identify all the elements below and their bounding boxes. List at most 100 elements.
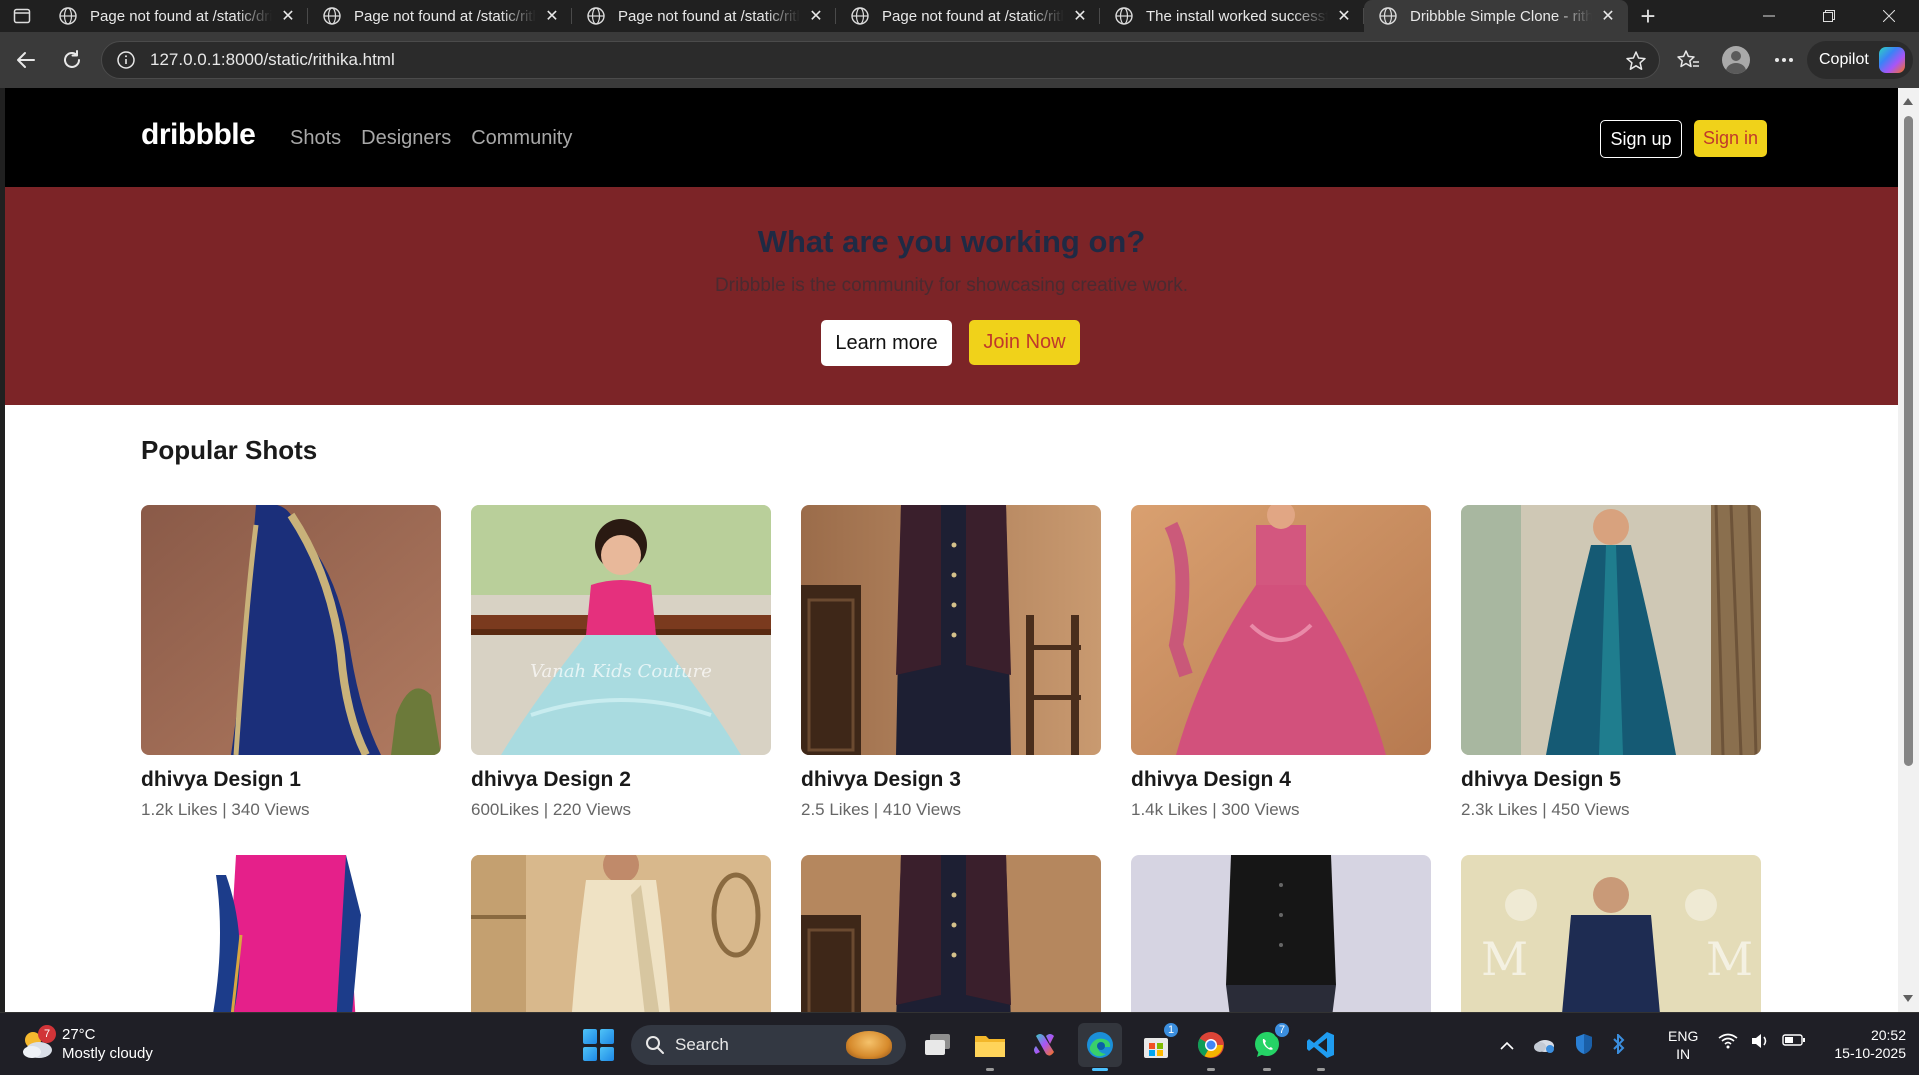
address-bar[interactable]: 127.0.0.1:8000/static/rithika.html [101, 41, 1660, 79]
whatsapp-badge: 7 [1273, 1021, 1291, 1039]
shot-title[interactable]: dhivya Design 5 [1461, 768, 1761, 792]
site-nav-links: Shots Designers Community [290, 127, 572, 150]
join-now-button[interactable]: Join Now [969, 320, 1080, 365]
profile-avatar-icon[interactable] [1716, 40, 1756, 80]
tab-title: Dribbble Simple Clone - rithika [1410, 7, 1592, 25]
shot-thumbnail[interactable] [801, 505, 1101, 755]
shot-card[interactable] [801, 855, 1101, 1012]
browser-tab[interactable]: Page not found at /static/dribbble ✕ [44, 0, 308, 32]
copilot-button[interactable]: Copilot [1807, 41, 1913, 79]
shot-thumbnail[interactable]: Vanah Kids Couture [471, 505, 771, 755]
site-info-icon[interactable] [116, 50, 136, 70]
bluetooth-icon[interactable] [1612, 1032, 1626, 1059]
shot-card[interactable]: dhivya Design 3 2.5 Likes | 410 Views [801, 505, 1101, 820]
shot-card[interactable]: dhivya Design 5 2.3k Likes | 450 Views [1461, 505, 1761, 820]
taskbar-search[interactable]: Search [631, 1025, 906, 1065]
shot-thumbnail[interactable] [1461, 505, 1761, 755]
browser-tab[interactable]: The install worked successfully ✕ [1100, 0, 1364, 32]
thumb-watermark: Vanah Kids Couture [530, 661, 712, 682]
language-indicator[interactable]: ENG IN [1668, 1027, 1698, 1063]
close-tab-icon[interactable]: ✕ [542, 6, 562, 26]
task-view-icon[interactable] [920, 1027, 956, 1063]
browser-tab-active[interactable]: Dribbble Simple Clone - rithika ✕ [1364, 0, 1628, 32]
shot-stats: 600Likes | 220 Views [471, 800, 632, 819]
favorite-star-icon[interactable] [1625, 50, 1647, 72]
sign-up-button[interactable]: Sign up [1600, 120, 1682, 158]
shot-title[interactable]: dhivya Design 1 [141, 768, 441, 792]
browser-tab[interactable]: Page not found at /static/rithika ✕ [572, 0, 836, 32]
quick-settings[interactable] [1718, 1033, 1806, 1054]
copilot-label: Copilot [1819, 51, 1869, 68]
close-window-icon[interactable] [1859, 0, 1919, 32]
shot-card[interactable]: Vanah Kids Couture dhivya Design 2 600Li… [471, 505, 771, 820]
shot-thumbnail[interactable]: M M [1461, 855, 1761, 1012]
file-explorer-icon[interactable] [972, 1027, 1008, 1071]
globe-icon [1115, 7, 1133, 25]
sign-in-button[interactable]: Sign in [1694, 120, 1767, 157]
site-logo[interactable]: dribbble [141, 118, 256, 152]
tab-actions-menu-icon[interactable] [0, 0, 44, 32]
clock[interactable]: 20:52 15-10-2025 [1814, 1026, 1906, 1062]
restore-icon[interactable] [1799, 0, 1859, 32]
window-controls [1739, 0, 1919, 32]
windows-start-icon[interactable] [583, 1029, 615, 1061]
scrollbar-thumb[interactable] [1904, 116, 1913, 766]
favorites-icon[interactable] [1668, 40, 1708, 80]
whatsapp-icon[interactable]: 7 [1249, 1021, 1291, 1071]
microsoft-store-icon[interactable]: 1 [1138, 1021, 1180, 1063]
shot-title[interactable]: dhivya Design 4 [1131, 768, 1431, 792]
chrome-icon[interactable] [1193, 1027, 1229, 1071]
globe-icon [59, 7, 77, 25]
vertical-scrollbar[interactable] [1898, 88, 1919, 1012]
vscode-icon[interactable] [1303, 1027, 1339, 1071]
weather-widget[interactable]: 7 27°C Mostly cloudy [20, 1025, 153, 1063]
close-tab-icon[interactable]: ✕ [1070, 6, 1090, 26]
nav-link-community[interactable]: Community [471, 127, 572, 150]
edge-browser-icon[interactable] [1078, 1023, 1122, 1071]
shot-card[interactable] [1131, 855, 1431, 1012]
shot-thumbnail[interactable] [141, 505, 441, 755]
browser-tab[interactable]: Page not found at /static/rithika ✕ [308, 0, 572, 32]
store-badge: 1 [1162, 1021, 1180, 1039]
close-tab-icon[interactable]: ✕ [1334, 6, 1354, 26]
nav-link-shots[interactable]: Shots [290, 127, 341, 150]
back-icon[interactable] [6, 40, 46, 80]
shot-card[interactable]: M M [1461, 855, 1761, 1012]
shot-thumbnail[interactable] [1131, 855, 1431, 1012]
close-tab-icon[interactable]: ✕ [278, 6, 298, 26]
shot-thumbnail[interactable] [471, 855, 771, 1012]
shot-thumbnail[interactable] [1131, 505, 1431, 755]
shot-card[interactable]: dhivya Design 1 1.2k Likes | 340 Views [141, 505, 441, 820]
shot-thumbnail[interactable] [141, 855, 441, 1012]
tab-title: Page not found at /static/rithika [618, 7, 800, 25]
browser-tab[interactable]: Page not found at /static/rithika ✕ [836, 0, 1100, 32]
defender-shield-icon[interactable] [1574, 1033, 1594, 1060]
shot-thumbnail[interactable] [801, 855, 1101, 1012]
shot-card[interactable]: dhivya Design 4 1.4k Likes | 300 Views [1131, 505, 1431, 820]
shot-stats: 1.4k Likes | 300 Views [1131, 800, 1300, 819]
shot-title[interactable]: dhivya Design 3 [801, 768, 1101, 792]
copilot-app-icon[interactable] [1027, 1027, 1063, 1063]
minimize-icon[interactable] [1739, 0, 1799, 32]
weather-desc: Mostly cloudy [62, 1045, 153, 1062]
globe-icon [851, 7, 869, 25]
battery-icon [1782, 1033, 1806, 1054]
nav-link-designers[interactable]: Designers [361, 127, 451, 150]
reload-icon[interactable] [52, 40, 92, 80]
scroll-up-icon[interactable] [1903, 98, 1913, 105]
tab-title: Page not found at /static/rithika [882, 7, 1064, 25]
shot-stats: 1.2k Likes | 340 Views [141, 800, 310, 819]
tab-strip: Page not found at /static/dribbble ✕ Pag… [0, 0, 1919, 32]
shot-title[interactable]: dhivya Design 2 [471, 768, 771, 792]
show-hidden-icons-icon[interactable] [1500, 1038, 1514, 1056]
more-options-icon[interactable] [1764, 40, 1804, 80]
close-tab-icon[interactable]: ✕ [1598, 6, 1618, 26]
new-tab-button[interactable]: + [1628, 0, 1668, 32]
globe-icon [1379, 7, 1397, 25]
close-tab-icon[interactable]: ✕ [806, 6, 826, 26]
scroll-down-icon[interactable] [1903, 995, 1913, 1002]
shot-card[interactable] [471, 855, 771, 1012]
onedrive-icon[interactable] [1532, 1035, 1556, 1058]
shot-card[interactable] [141, 855, 441, 1012]
learn-more-button[interactable]: Learn more [821, 320, 952, 366]
